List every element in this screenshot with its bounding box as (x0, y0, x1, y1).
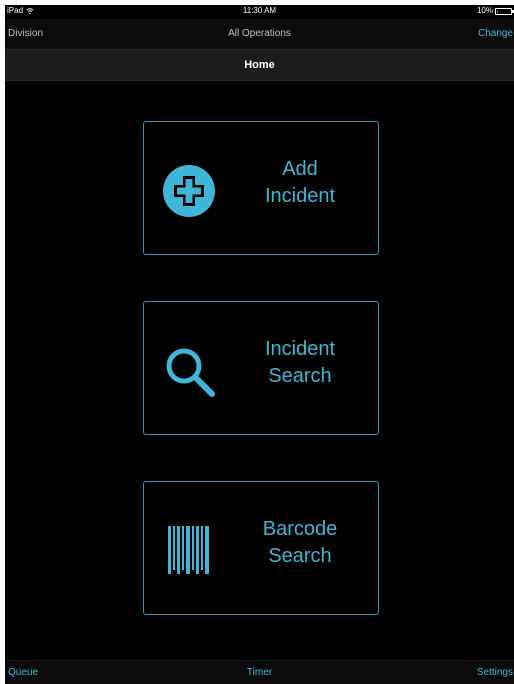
battery-percent: 10% (476, 6, 493, 15)
page-title: Home (244, 59, 275, 71)
magnifier-icon (166, 348, 215, 397)
tile-label-line1: Incident (264, 338, 336, 360)
tile-label: Barcode Search (244, 516, 356, 570)
plus-circle-icon (163, 165, 215, 217)
tile-label-line1: Barcode (262, 518, 338, 540)
incident-search-button[interactable]: Incident Search (143, 301, 379, 435)
tab-timer[interactable]: Timer (5, 661, 514, 684)
battery-level-fill (497, 10, 498, 13)
nav-bar: Home (5, 49, 514, 81)
division-value: All Operations (228, 28, 291, 39)
division-label: Division (8, 28, 44, 39)
status-bar: iPad 11:30 AM 10% (5, 5, 514, 17)
tile-label-line2: Search (268, 545, 332, 567)
app-screen: iPad 11:30 AM 10% Division All Operation… (5, 5, 514, 684)
status-time: 11:30 AM (242, 6, 277, 15)
tab-settings[interactable]: Settings (477, 661, 513, 684)
status-right: 10% (476, 5, 514, 17)
battery-icon (495, 8, 514, 15)
bottom-toolbar: Queue Timer Settings (5, 660, 514, 684)
tile-label-line1: Add (282, 158, 318, 180)
tile-label: Add Incident (244, 156, 356, 210)
change-button[interactable]: Change (478, 19, 513, 49)
tile-label-line2: Search (268, 365, 332, 387)
tile-label-line2: Incident (264, 185, 336, 207)
barcode-search-button[interactable]: Barcode Search (143, 481, 379, 615)
tile-label: Incident Search (244, 336, 356, 390)
division-bar: Division All Operations Change (5, 19, 514, 49)
add-incident-button[interactable]: Add Incident (143, 121, 379, 255)
barcode-icon (168, 526, 209, 574)
